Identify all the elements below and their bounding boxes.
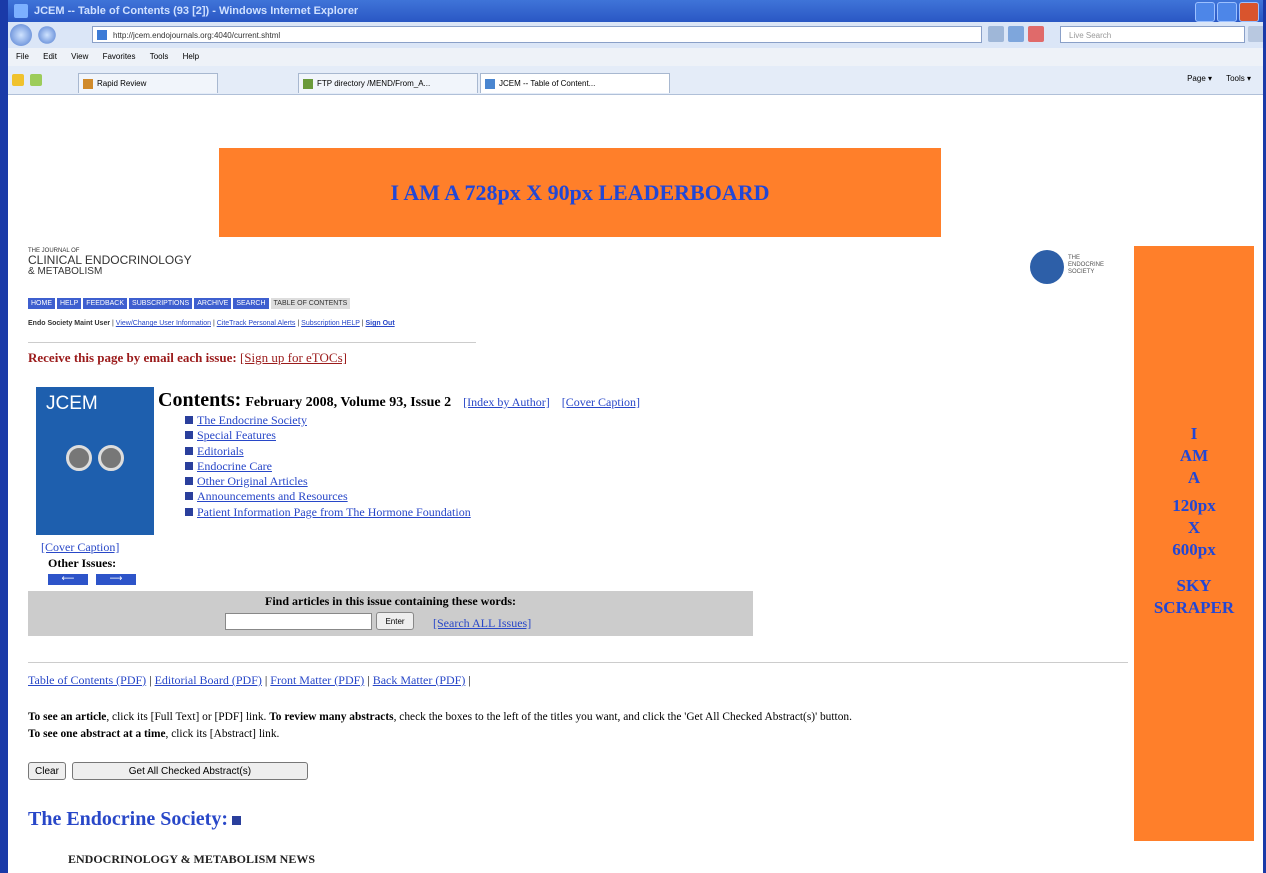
title-bar: JCEM -- Table of Contents (93 [2]) - Win… bbox=[8, 0, 1263, 22]
toc-list: The Endocrine Society Special Features E… bbox=[185, 413, 471, 520]
sign-out-link[interactable]: Sign Out bbox=[366, 320, 395, 327]
search-icon[interactable] bbox=[1248, 26, 1263, 42]
citetrack-link[interactable]: CiteTrack Personal Alerts bbox=[217, 320, 296, 327]
next-issue-arrow-icon[interactable]: ⟶ bbox=[96, 574, 136, 585]
close-button[interactable] bbox=[1239, 2, 1259, 22]
other-issues-label: Other Issues: bbox=[48, 556, 117, 570]
toc-item[interactable]: The Endocrine Society bbox=[185, 413, 471, 428]
toc-pdf-link[interactable]: Table of Contents (PDF) bbox=[28, 673, 146, 687]
view-change-user-link[interactable]: View/Change User Information bbox=[116, 320, 211, 327]
url-input[interactable]: http://jcem.endojournals.org:4040/curren… bbox=[92, 26, 982, 43]
cover-scan-icon bbox=[66, 445, 92, 471]
tab-bar: Rapid Review FTP directory /MEND/From_A.… bbox=[8, 66, 1263, 95]
contents-header: Contents: February 2008, Volume 93, Issu… bbox=[158, 389, 641, 411]
cover-caption-link-2[interactable]: [Cover Caption] bbox=[562, 395, 640, 409]
nav-home[interactable]: HOME bbox=[28, 298, 55, 309]
menu-file[interactable]: File bbox=[16, 52, 29, 61]
favorites-star-icon[interactable] bbox=[12, 74, 24, 86]
find-articles-input[interactable] bbox=[225, 613, 372, 630]
get-all-abstracts-button[interactable]: Get All Checked Abstract(s) bbox=[71, 762, 308, 780]
site-nav: HOME HELP FEEDBACK SUBSCRIPTIONS ARCHIVE… bbox=[28, 298, 351, 309]
forward-button[interactable] bbox=[38, 26, 56, 44]
tab-ftp-directory[interactable]: FTP directory /MEND/From_A... bbox=[298, 73, 478, 93]
endocrine-society-logo-icon[interactable] bbox=[1030, 250, 1064, 284]
address-bar: http://jcem.endojournals.org:4040/curren… bbox=[8, 22, 1263, 48]
nav-help[interactable]: HELP bbox=[57, 298, 82, 309]
back-button[interactable] bbox=[10, 24, 32, 46]
browser-window: JCEM -- Table of Contents (93 [2]) - Win… bbox=[8, 0, 1263, 873]
nav-search[interactable]: SEARCH bbox=[233, 298, 269, 309]
cover-caption-link[interactable]: [Cover Caption] bbox=[41, 540, 119, 555]
search-all-issues-link[interactable]: [Search ALL Issues] bbox=[433, 616, 531, 631]
maximize-button[interactable] bbox=[1217, 2, 1237, 22]
toc-item[interactable]: Other Original Articles bbox=[185, 474, 471, 489]
toc-item[interactable]: Patient Information Page from The Hormon… bbox=[185, 505, 471, 520]
add-favorite-icon[interactable] bbox=[30, 74, 42, 86]
nav-feedback[interactable]: FEEDBACK bbox=[83, 298, 128, 309]
section-subheading: ENDOCRINOLOGY & METABOLISM NEWS bbox=[68, 852, 316, 866]
section-checkbox-icon[interactable] bbox=[232, 815, 241, 825]
menu-favorites[interactable]: Favorites bbox=[103, 52, 136, 61]
leaderboard-ad[interactable]: I AM A 728px X 90px LEADERBOARD bbox=[219, 148, 941, 237]
pdf-links: Table of Contents (PDF) | Editorial Boar… bbox=[28, 673, 471, 687]
minimize-button[interactable] bbox=[1195, 2, 1215, 22]
tab-icon bbox=[485, 79, 495, 89]
editorial-board-pdf-link[interactable]: Editorial Board (PDF) bbox=[155, 673, 262, 687]
menu-help[interactable]: Help bbox=[183, 52, 199, 61]
page-icon bbox=[97, 30, 107, 40]
toc-item[interactable]: Special Features bbox=[185, 428, 471, 443]
ie-icon bbox=[14, 4, 28, 18]
society-logo-text: THE ENDOCRINE SOCIETY bbox=[1068, 255, 1105, 275]
tab-rapid-review[interactable]: Rapid Review bbox=[78, 73, 218, 93]
instructions: To see an article, click its [Full Text]… bbox=[28, 711, 852, 740]
toc-item[interactable]: Editorials bbox=[185, 444, 471, 459]
menu-view[interactable]: View bbox=[71, 52, 88, 61]
abstract-buttons: Clear Get All Checked Abstract(s) bbox=[28, 762, 308, 780]
go-icon[interactable] bbox=[1008, 26, 1024, 42]
user-links: Endo Society Maint User | View/Change Us… bbox=[28, 320, 395, 327]
nav-archive[interactable]: ARCHIVE bbox=[194, 298, 232, 309]
journal-logo[interactable]: THE JOURNAL OF CLINICAL ENDOCRINOLOGY & … bbox=[28, 248, 192, 278]
nav-subscriptions[interactable]: SUBSCRIPTIONS bbox=[129, 298, 193, 309]
enter-button[interactable]: Enter bbox=[376, 612, 414, 630]
etoc-signup: Receive this page by email each issue: [… bbox=[28, 350, 347, 365]
find-articles-box: Find articles in this issue containing t… bbox=[28, 591, 753, 636]
toc-item[interactable]: Endocrine Care bbox=[185, 459, 471, 474]
index-by-author-link[interactable]: [Index by Author] bbox=[463, 395, 550, 409]
tab-icon bbox=[83, 79, 93, 89]
menu-tools[interactable]: Tools bbox=[150, 52, 169, 61]
back-matter-pdf-link[interactable]: Back Matter (PDF) bbox=[373, 673, 466, 687]
previous-issue-arrow-icon[interactable]: ⟵ bbox=[48, 574, 88, 585]
divider bbox=[28, 342, 476, 343]
window-title: JCEM -- Table of Contents (93 [2]) - Win… bbox=[34, 5, 359, 17]
cover-scan-icon bbox=[98, 445, 124, 471]
cover-image[interactable]: JCEM bbox=[36, 387, 154, 535]
tab-jcem[interactable]: JCEM -- Table of Content... bbox=[480, 73, 670, 93]
stop-icon[interactable] bbox=[1028, 26, 1044, 42]
section-heading: The Endocrine Society: bbox=[28, 808, 241, 831]
divider bbox=[28, 662, 1128, 663]
tab-icon bbox=[303, 79, 313, 89]
tools-menu[interactable]: Tools ▾ bbox=[1226, 74, 1251, 83]
page-menu[interactable]: Page ▾ bbox=[1187, 74, 1212, 83]
subscription-help-link[interactable]: Subscription HELP bbox=[301, 320, 360, 327]
toc-item[interactable]: Announcements and Resources bbox=[185, 489, 471, 504]
nav-toc: TABLE OF CONTENTS bbox=[270, 298, 351, 309]
refresh-icon[interactable] bbox=[988, 26, 1004, 42]
search-input[interactable]: Live Search bbox=[1060, 26, 1245, 43]
menu-bar: File Edit View Favorites Tools Help bbox=[8, 48, 1263, 66]
issue-navigation: ⟵ ⟶ bbox=[48, 574, 136, 585]
page-content: I AM A 728px X 90px LEADERBOARD I AM A 1… bbox=[8, 95, 1263, 873]
front-matter-pdf-link[interactable]: Front Matter (PDF) bbox=[270, 673, 364, 687]
etoc-signup-link[interactable]: [Sign up for eTOCs] bbox=[240, 350, 347, 365]
clear-button[interactable]: Clear bbox=[28, 762, 66, 780]
skyscraper-ad[interactable]: I AM A 120px X 600px SKY SCRAPER bbox=[1134, 246, 1254, 841]
command-bar: Page ▾ Tools ▾ bbox=[1187, 74, 1263, 83]
menu-edit[interactable]: Edit bbox=[43, 52, 57, 61]
